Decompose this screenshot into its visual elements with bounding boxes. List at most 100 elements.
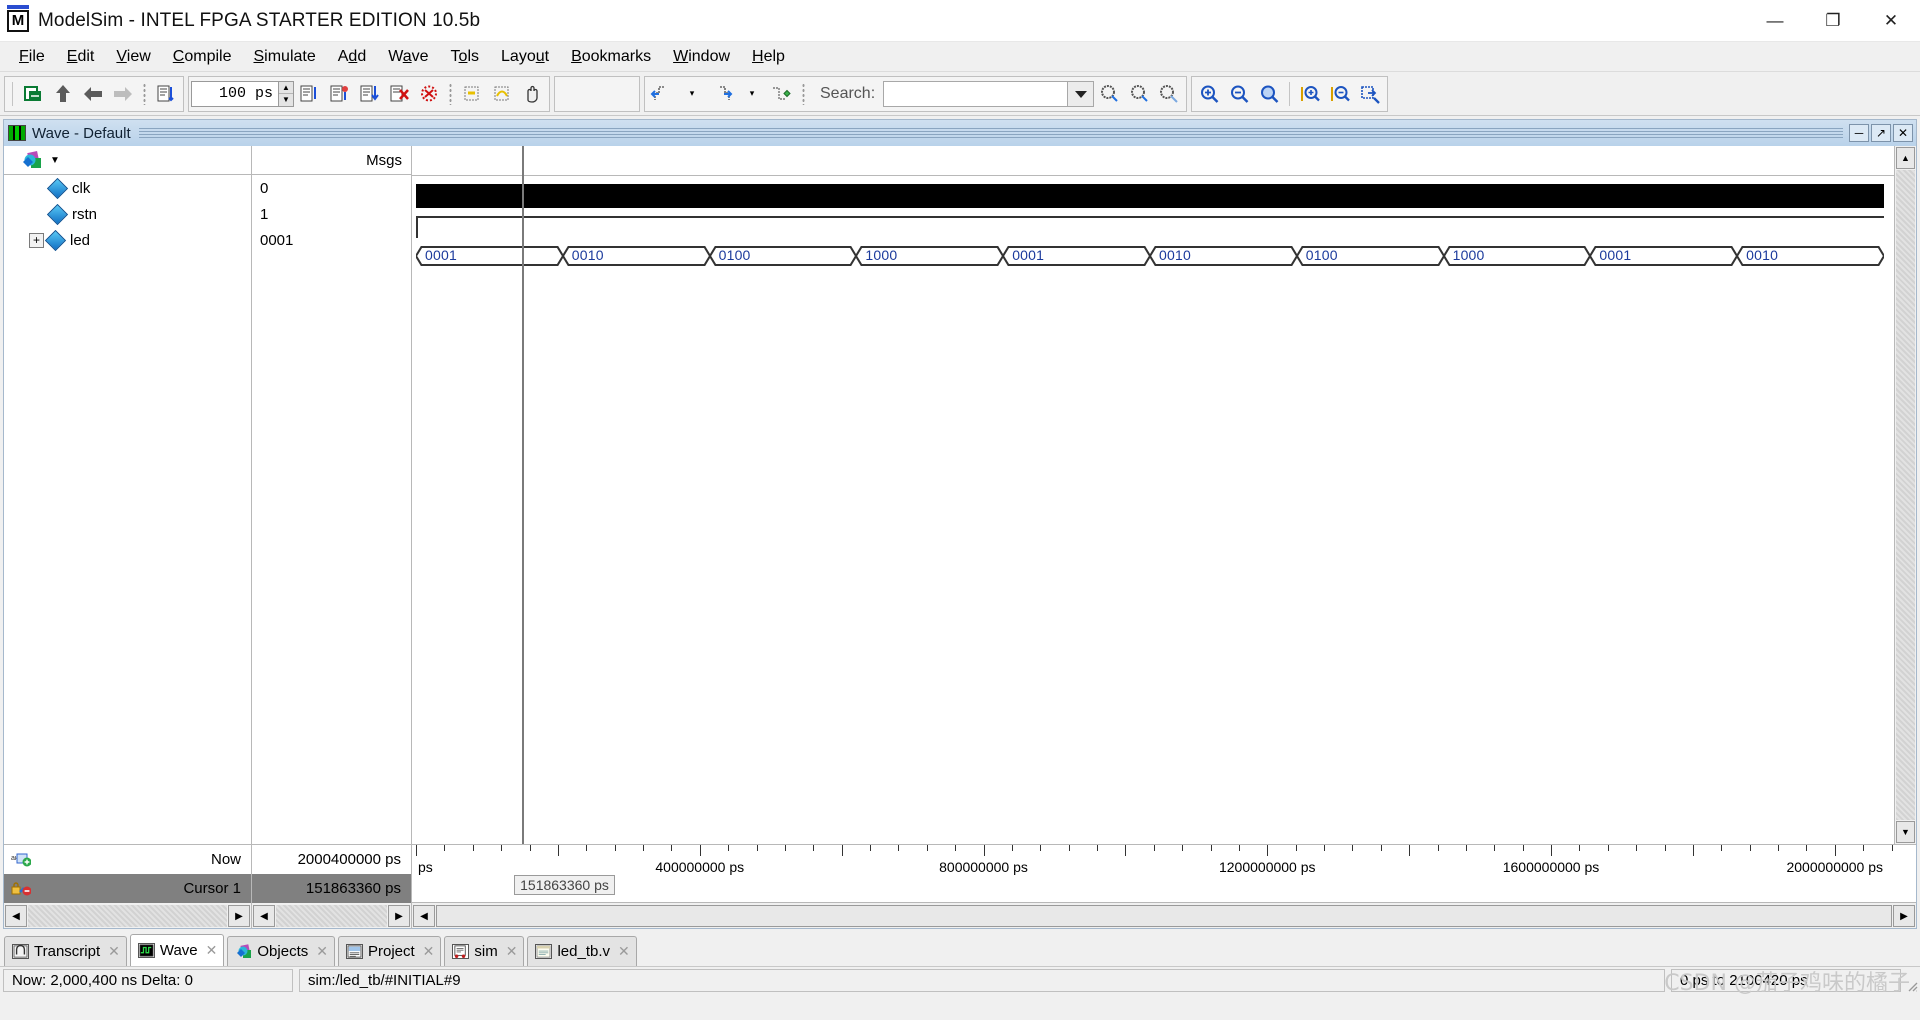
run-length-input[interactable]: 100 ps	[191, 80, 279, 107]
wave-scroll-track[interactable]	[436, 905, 1892, 927]
step-over-icon[interactable]	[487, 78, 517, 110]
zoom-out-icon[interactable]	[1224, 78, 1254, 110]
zoom-out-on-active-cursor-icon[interactable]	[1325, 78, 1355, 110]
zoom-in-icon[interactable]	[1194, 78, 1224, 110]
prev-transition-icon[interactable]	[647, 78, 677, 110]
up-arrow-icon[interactable]	[48, 78, 78, 110]
menu-wave[interactable]: Wave	[377, 44, 439, 70]
menu-tools[interactable]: Tols	[440, 44, 490, 70]
tab-led-tb-v[interactable]: led_tb.v ✕	[527, 936, 637, 966]
left-arrow-icon[interactable]	[78, 78, 108, 110]
search-next-icon[interactable]	[1124, 78, 1154, 110]
names-hscrollbar[interactable]: ◀ ▶	[4, 903, 252, 929]
zoom-divider	[1289, 81, 1291, 106]
menu-compile[interactable]: Compile	[162, 44, 243, 70]
tab-close-icon[interactable]: ✕	[423, 943, 435, 960]
menu-window[interactable]: Window	[662, 44, 741, 70]
compile-all-icon[interactable]	[18, 78, 48, 110]
tab-wave[interactable]: Wave ✕	[129, 934, 225, 966]
tab-project[interactable]: Project ✕	[337, 936, 442, 966]
search-options-icon[interactable]	[1154, 78, 1184, 110]
search-prev-icon[interactable]	[1094, 78, 1124, 110]
hand-icon[interactable]	[517, 78, 547, 110]
stop-icon[interactable]	[414, 78, 444, 110]
prev-transition-dropdown-icon[interactable]: ▾	[677, 78, 707, 110]
waveform-canvas[interactable]: 0001 0010 0100 1000 0001 0010 0100 1000 0001 0010	[412, 146, 1894, 844]
vertical-scroll-track[interactable]	[1896, 170, 1915, 820]
close-button[interactable]: ✕	[1862, 0, 1920, 42]
values-scroll-left-button[interactable]: ◀	[253, 905, 275, 927]
search-dropdown-icon[interactable]	[1068, 80, 1095, 107]
right-arrow-dim-icon[interactable]	[108, 78, 138, 110]
signal-row-led[interactable]: + led	[4, 227, 251, 253]
cursor-row[interactable]: Cursor 1	[4, 874, 251, 903]
find-transition-icon[interactable]	[767, 78, 797, 110]
values-scroll-track[interactable]	[276, 905, 387, 927]
values-scroll-right-button[interactable]: ▶	[388, 905, 410, 927]
cursor-row-icons	[4, 880, 31, 897]
signal-row-rstn[interactable]: rstn	[4, 201, 251, 227]
names-scroll-right-button[interactable]: ▶	[228, 905, 250, 927]
scroll-up-button[interactable]: ▲	[1896, 147, 1915, 169]
stepper-up-icon[interactable]: ▲	[279, 82, 293, 94]
wave-window-titlebar[interactable]: Wave - Default ─ ↗ ✕	[4, 120, 1916, 146]
tab-close-icon[interactable]: ✕	[316, 943, 328, 960]
tab-transcript[interactable]: Transcript ✕	[4, 936, 127, 966]
search-input[interactable]	[883, 80, 1069, 107]
wave-scroll-left-button[interactable]: ◀	[413, 905, 435, 927]
next-transition-dropdown-icon[interactable]: ▾	[737, 78, 767, 110]
wave-minimize-button[interactable]: ─	[1849, 124, 1869, 142]
menu-layout[interactable]: Layout	[490, 44, 560, 70]
menu-bookmarks[interactable]: Bookmarks	[560, 44, 662, 70]
menu-edit[interactable]: Edit	[56, 44, 106, 70]
tab-sim[interactable]: sim ✕	[444, 936, 525, 966]
cursor-value-row[interactable]: 151863360 ps	[252, 874, 411, 903]
cursor-1-line[interactable]	[522, 146, 525, 844]
wave-close-button[interactable]: ✕	[1893, 124, 1913, 142]
break-icon[interactable]	[384, 78, 414, 110]
menu-file[interactable]: File	[8, 44, 56, 70]
values-hscrollbar[interactable]: ◀ ▶	[252, 903, 412, 929]
run-icon[interactable]	[294, 78, 324, 110]
waveform-vertical-scrollbar[interactable]: ▲ ▼	[1894, 146, 1916, 844]
bus-segment: 0001	[416, 246, 563, 266]
expand-led-icon[interactable]: +	[29, 232, 44, 248]
names-scroll-track[interactable]	[28, 905, 227, 927]
menu-add[interactable]: Add	[327, 44, 377, 70]
tab-objects[interactable]: Objects ✕	[227, 936, 335, 966]
zoom-last-icon[interactable]	[1355, 78, 1385, 110]
wave-scroll-thumb[interactable]	[436, 905, 1892, 927]
stepper-down-icon[interactable]: ▼	[279, 94, 293, 106]
tab-close-icon[interactable]: ✕	[108, 943, 120, 960]
step-icon[interactable]	[457, 78, 487, 110]
zoom-in-on-active-cursor-icon[interactable]	[1295, 78, 1325, 110]
ruler-minor-tick	[756, 845, 758, 851]
scroll-down-button[interactable]: ▼	[1896, 821, 1915, 843]
continue-run-icon[interactable]	[324, 78, 354, 110]
run-length-stepper[interactable]: ▲ ▼	[279, 80, 294, 107]
time-ruler[interactable]: ps 151863360 ps 400000000 ps 800000000 ps…	[412, 845, 1916, 902]
zoom-full-icon[interactable]	[1254, 78, 1284, 110]
names-pane-dropdown-icon[interactable]: ▼	[50, 155, 60, 166]
wave-titlebar-grip[interactable]	[138, 128, 1843, 138]
menu-simulate[interactable]: Simulate	[242, 44, 326, 70]
tab-close-icon[interactable]: ✕	[506, 943, 518, 960]
tab-close-icon[interactable]: ✕	[618, 943, 630, 960]
menu-help[interactable]: Help	[741, 44, 796, 70]
signal-row-clk[interactable]: clk	[4, 175, 251, 201]
names-scroll-left-button[interactable]: ◀	[5, 905, 27, 927]
menu-simulate-rest: imulate	[264, 47, 316, 65]
restore-button[interactable]: ❐	[1804, 0, 1862, 42]
simulate-icon[interactable]	[151, 78, 181, 110]
minimize-button[interactable]: —	[1746, 0, 1804, 42]
tab-close-icon[interactable]: ✕	[206, 942, 218, 959]
menu-view[interactable]: View	[105, 44, 161, 70]
waveform-hscrollbar[interactable]: ◀ ▶	[412, 903, 1916, 929]
window-resize-grip[interactable]	[1904, 967, 1920, 994]
window-titlebar: M ModelSim - INTEL FPGA STARTER EDITION …	[0, 0, 1920, 42]
wave-scroll-right-button[interactable]: ▶	[1893, 905, 1915, 927]
next-transition-icon[interactable]	[707, 78, 737, 110]
wave-undock-button[interactable]: ↗	[1871, 124, 1891, 142]
ruler-origin-label: ps	[418, 859, 433, 875]
run-all-icon[interactable]	[354, 78, 384, 110]
